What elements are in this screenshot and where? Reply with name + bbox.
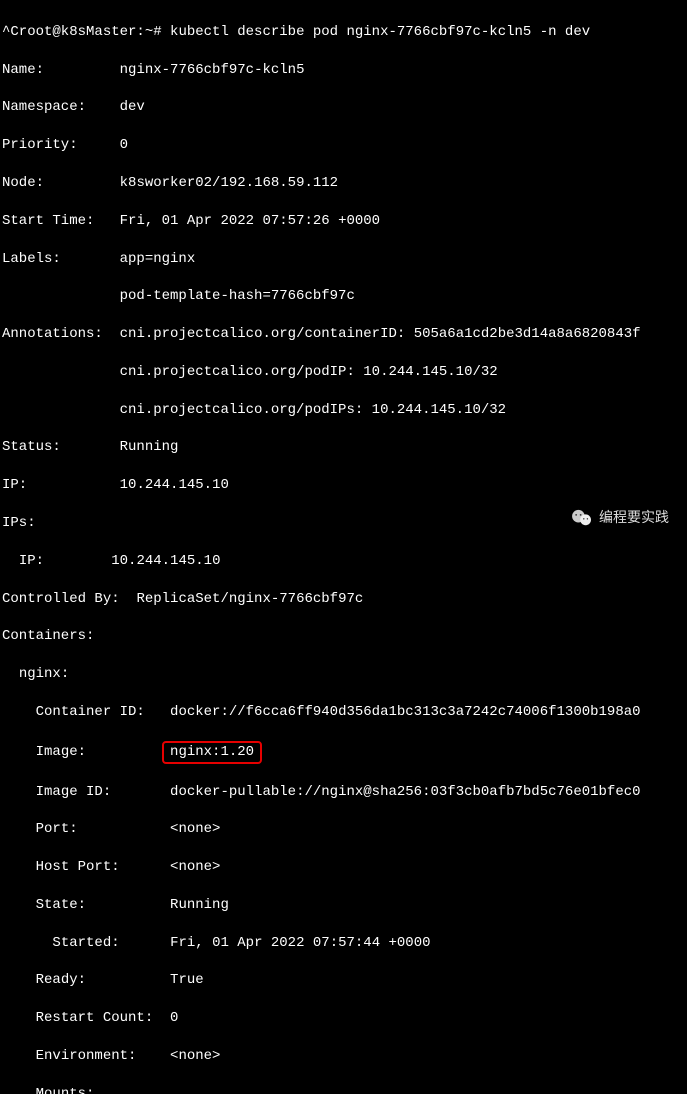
command-text: kubectl describe pod nginx-7766cbf97c-kc… — [170, 24, 590, 40]
wechat-icon — [571, 509, 593, 527]
field-containers: Containers: — [2, 627, 685, 646]
field-ips-sub: IP: 10.244.145.10 — [2, 552, 685, 571]
watermark: 编程要实践 — [571, 508, 669, 527]
field-status: Status: Running — [2, 438, 685, 457]
field-annotations-line3: cni.projectcalico.org/podIPs: 10.244.145… — [2, 401, 685, 420]
field-priority: Priority: 0 — [2, 136, 685, 155]
field-labels: Labels: app=nginx — [2, 250, 685, 269]
field-namespace: Namespace: dev — [2, 98, 685, 117]
field-name: Name: nginx-7766cbf97c-kcln5 — [2, 61, 685, 80]
container-host-port: Host Port: <none> — [2, 858, 685, 877]
container-id: Container ID: docker://f6cca6ff940d356da… — [2, 703, 685, 722]
container-name: nginx: — [2, 665, 685, 684]
prompt-userhost: ^Croot@k8sMaster:~# — [2, 24, 162, 40]
container-environment: Environment: <none> — [2, 1047, 685, 1066]
container-image-id: Image ID: docker-pullable://nginx@sha256… — [2, 783, 685, 802]
container-image: Image: nginx:1.20 — [2, 741, 685, 764]
field-node: Node: k8sworker02/192.168.59.112 — [2, 174, 685, 193]
container-mounts: Mounts: — [2, 1085, 685, 1094]
field-controlled-by: Controlled By: ReplicaSet/nginx-7766cbf9… — [2, 590, 685, 609]
field-annotations: Annotations: cni.projectcalico.org/conta… — [2, 325, 685, 344]
field-ip: IP: 10.244.145.10 — [2, 476, 685, 495]
container-state: State: Running — [2, 896, 685, 915]
container-port: Port: <none> — [2, 820, 685, 839]
container-started: Started: Fri, 01 Apr 2022 07:57:44 +0000 — [2, 934, 685, 953]
field-start-time: Start Time: Fri, 01 Apr 2022 07:57:26 +0… — [2, 212, 685, 231]
watermark-text: 编程要实践 — [599, 508, 669, 527]
terminal-output: ^Croot@k8sMaster:~# kubectl describe pod… — [0, 0, 687, 1094]
image-highlight: nginx:1.20 — [162, 741, 262, 764]
container-restart-count: Restart Count: 0 — [2, 1009, 685, 1028]
field-labels-line2: pod-template-hash=7766cbf97c — [2, 287, 685, 306]
field-annotations-line2: cni.projectcalico.org/podIP: 10.244.145.… — [2, 363, 685, 382]
command-prompt: ^Croot@k8sMaster:~# kubectl describe pod… — [2, 23, 685, 42]
container-ready: Ready: True — [2, 971, 685, 990]
